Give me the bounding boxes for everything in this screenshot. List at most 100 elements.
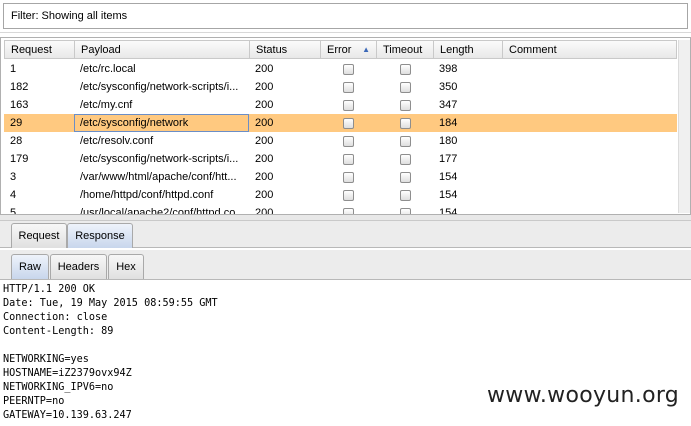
comment-cell bbox=[502, 78, 677, 96]
comment-cell bbox=[502, 114, 677, 132]
filter-field[interactable]: Filter: Showing all items bbox=[3, 3, 688, 29]
response-line: HOSTNAME=iZ2379ovx94Z bbox=[3, 368, 132, 379]
timeout-checkbox[interactable] bbox=[400, 172, 411, 183]
tab-headers[interactable]: Headers bbox=[50, 254, 107, 279]
message-tabs: Request Response bbox=[0, 221, 691, 248]
error-checkbox[interactable] bbox=[343, 82, 354, 93]
response-line: HTTP/1.1 200 OK bbox=[3, 284, 96, 295]
table-row[interactable]: 182/etc/sysconfig/network-scripts/i... 20… bbox=[4, 78, 677, 96]
table-row[interactable]: 163/etc/my.cnf 200 347 bbox=[4, 96, 677, 114]
payload-cell: /etc/resolv.conf bbox=[80, 135, 154, 147]
request-cell: 29 bbox=[10, 117, 23, 129]
payload-cell: /etc/sysconfig/network-scripts/i... bbox=[80, 153, 239, 165]
timeout-checkbox[interactable] bbox=[400, 136, 411, 147]
length-cell: 177 bbox=[439, 153, 458, 165]
table-body: 1/etc/rc.local 200 398 182/etc/sysconfig/ne… bbox=[4, 60, 677, 215]
table-row[interactable]: 3/var/www/html/apache/conf/htt... 200 154 bbox=[4, 168, 677, 186]
watermark: www.wooyun.org bbox=[487, 383, 680, 408]
length-cell: 184 bbox=[439, 117, 458, 129]
error-checkbox[interactable] bbox=[343, 118, 354, 129]
tab-request[interactable]: Request bbox=[11, 223, 67, 248]
status-cell: 200 bbox=[255, 189, 274, 201]
sort-ascending-icon: ▲ bbox=[362, 45, 370, 54]
length-cell: 180 bbox=[439, 135, 458, 147]
timeout-checkbox[interactable] bbox=[400, 118, 411, 129]
error-checkbox[interactable] bbox=[343, 100, 354, 111]
table-row[interactable]: 29/etc/sysconfig/network 200 184 bbox=[4, 114, 677, 132]
table-row[interactable]: 179/etc/sysconfig/network-scripts/i... 20… bbox=[4, 150, 677, 168]
column-header-request[interactable]: Request bbox=[5, 41, 75, 59]
error-checkbox[interactable] bbox=[343, 190, 354, 201]
column-header-error[interactable]: Error ▲ bbox=[321, 41, 377, 59]
response-line bbox=[3, 339, 691, 353]
table-row[interactable]: 1/etc/rc.local 200 398 bbox=[4, 60, 677, 78]
comment-cell bbox=[502, 132, 677, 150]
request-cell: 5 bbox=[10, 207, 17, 215]
timeout-checkbox[interactable] bbox=[400, 100, 411, 111]
comment-cell bbox=[502, 168, 677, 186]
length-cell: 347 bbox=[439, 99, 458, 111]
status-cell: 200 bbox=[255, 171, 274, 183]
table-row[interactable]: 4/home/httpd/conf/httpd.conf 200 154 bbox=[4, 186, 677, 204]
comment-cell bbox=[502, 150, 677, 168]
payload-cell: /etc/sysconfig/network-scripts/i... bbox=[80, 81, 239, 93]
response-line: Date: Tue, 19 May 2015 08:59:55 GMT bbox=[3, 298, 218, 309]
length-cell: 154 bbox=[439, 189, 458, 201]
tab-hex[interactable]: Hex bbox=[108, 254, 144, 279]
request-cell: 182 bbox=[10, 81, 29, 93]
length-cell: 398 bbox=[439, 63, 458, 75]
request-cell: 1 bbox=[10, 63, 17, 75]
column-header-status[interactable]: Status bbox=[250, 41, 321, 59]
response-line: Content-Length: 89 bbox=[3, 326, 114, 337]
timeout-checkbox[interactable] bbox=[400, 64, 411, 75]
view-tabs: Raw Headers Hex bbox=[0, 250, 691, 280]
status-cell: 200 bbox=[255, 153, 274, 165]
timeout-checkbox[interactable] bbox=[400, 190, 411, 201]
results-table: Request Payload Status Error ▲ Timeout L… bbox=[0, 37, 691, 215]
column-header-error-label: Error bbox=[327, 44, 352, 56]
status-cell: 200 bbox=[255, 81, 274, 93]
comment-cell bbox=[502, 60, 677, 78]
length-cell: 154 bbox=[439, 171, 458, 183]
table-scrollbar[interactable] bbox=[678, 40, 690, 213]
table-row[interactable]: 28/etc/resolv.conf 200 180 bbox=[4, 132, 677, 150]
comment-cell bbox=[502, 204, 677, 214]
status-cell: 200 bbox=[255, 207, 274, 215]
payload-cell: /etc/my.cnf bbox=[80, 99, 133, 111]
table-header: Request Payload Status Error ▲ Timeout L… bbox=[4, 40, 677, 59]
payload-cell: /usr/local/apache2/conf/httpd.co... bbox=[80, 207, 245, 215]
column-header-comment[interactable]: Comment bbox=[503, 41, 678, 59]
response-line: GATEWAY=10.139.63.247 bbox=[3, 410, 132, 421]
status-cell: 200 bbox=[255, 63, 274, 75]
timeout-checkbox[interactable] bbox=[400, 208, 411, 214]
comment-cell bbox=[502, 96, 677, 114]
column-header-payload[interactable]: Payload bbox=[75, 41, 250, 59]
response-line: NETWORKING=yes bbox=[3, 354, 89, 365]
error-checkbox[interactable] bbox=[343, 208, 354, 214]
table-row[interactable]: 5/usr/local/apache2/conf/httpd.co... 200 1… bbox=[4, 204, 677, 215]
status-cell: 200 bbox=[255, 117, 274, 129]
request-cell: 163 bbox=[10, 99, 29, 111]
status-cell: 200 bbox=[255, 135, 274, 147]
error-checkbox[interactable] bbox=[343, 136, 354, 147]
length-cell: 350 bbox=[439, 81, 458, 93]
filter-bar: Filter: Showing all items bbox=[0, 0, 691, 33]
timeout-checkbox[interactable] bbox=[400, 154, 411, 165]
error-checkbox[interactable] bbox=[343, 172, 354, 183]
request-cell: 3 bbox=[10, 171, 17, 183]
response-line: Connection: close bbox=[3, 312, 108, 323]
column-header-length[interactable]: Length bbox=[434, 41, 503, 59]
payload-cell: /etc/sysconfig/network bbox=[74, 114, 249, 132]
status-cell: 200 bbox=[255, 99, 274, 111]
request-cell: 4 bbox=[10, 189, 17, 201]
payload-cell: /etc/rc.local bbox=[80, 63, 136, 75]
column-header-timeout[interactable]: Timeout bbox=[377, 41, 434, 59]
error-checkbox[interactable] bbox=[343, 154, 354, 165]
tab-response[interactable]: Response bbox=[67, 223, 133, 248]
payload-cell: /home/httpd/conf/httpd.conf bbox=[80, 189, 214, 201]
request-cell: 28 bbox=[10, 135, 23, 147]
request-cell: 179 bbox=[10, 153, 29, 165]
tab-raw[interactable]: Raw bbox=[11, 254, 49, 279]
error-checkbox[interactable] bbox=[343, 64, 354, 75]
timeout-checkbox[interactable] bbox=[400, 82, 411, 93]
